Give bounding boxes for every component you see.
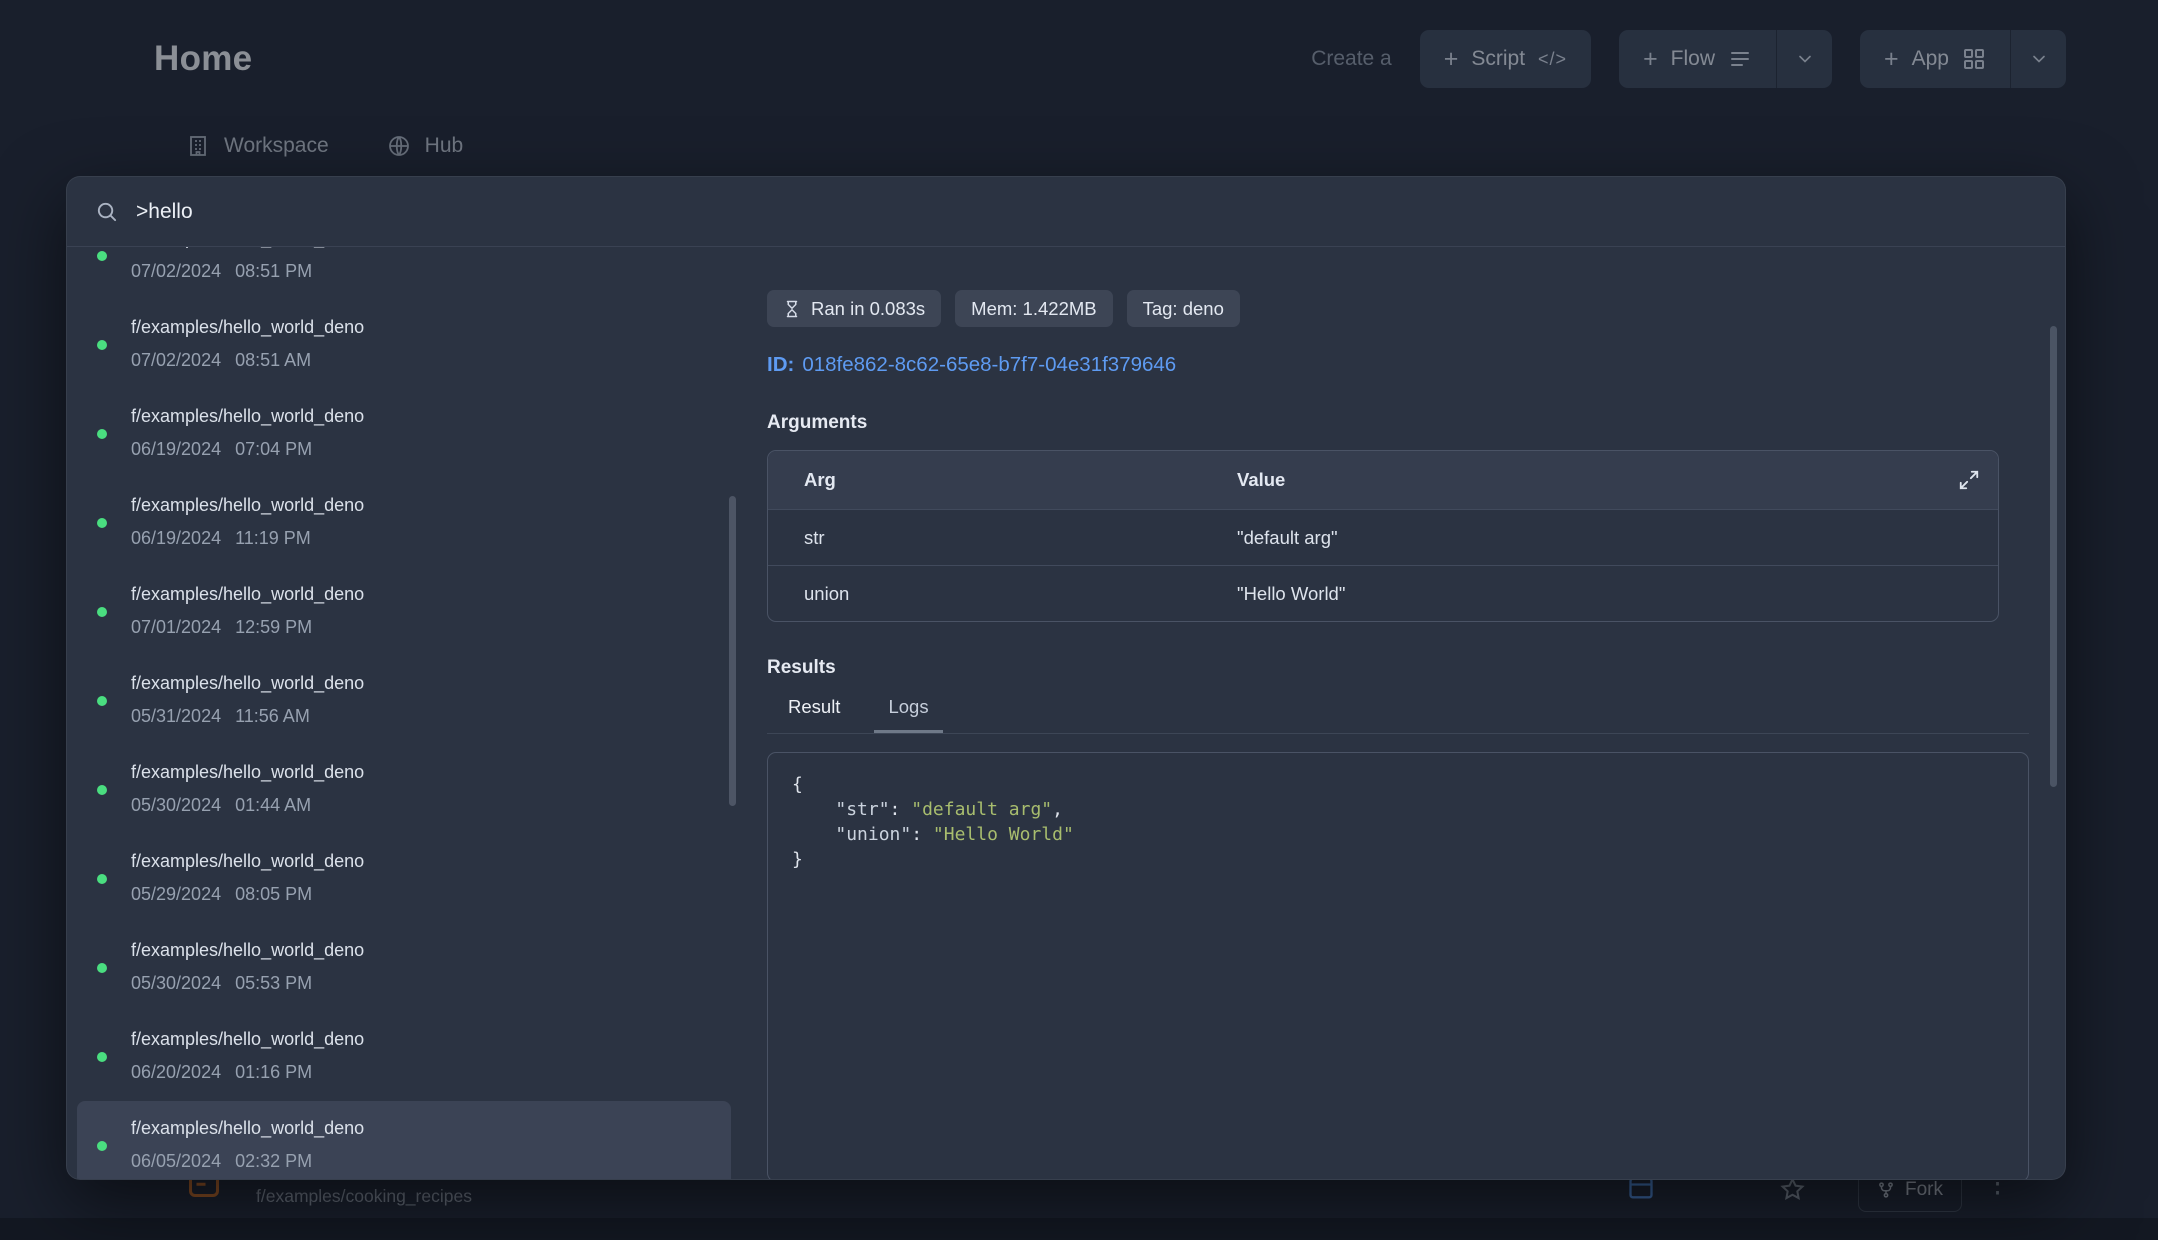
run-script-path: f/examples/hello_world_deno xyxy=(131,938,715,963)
run-badge: Tag: deno xyxy=(1127,290,1240,327)
run-script-path: f/examples/hello_world_deno xyxy=(131,315,715,340)
run-script-path: f/examples/hello_world_deno xyxy=(131,760,715,785)
status-dot xyxy=(97,696,107,706)
status-dot xyxy=(97,785,107,795)
status-dot xyxy=(97,251,107,261)
badges-row: Ran in 0.083s Mem: 1.422MB Tag: deno xyxy=(767,290,2029,327)
run-list-item[interactable]: f/examples/hello_world_deno 05/31/202411:… xyxy=(77,656,731,745)
run-badge: Mem: 1.422MB xyxy=(955,290,1112,327)
run-script-path: f/examples/hello_world_deno xyxy=(131,671,715,696)
run-list-scrollbar[interactable] xyxy=(729,496,736,806)
run-id-row: ID: 018fe862-8c62-65e8-b7f7-04e31f379646 xyxy=(767,353,2029,377)
run-script-path: f/examples/hello_world_deno xyxy=(131,582,715,607)
status-dot xyxy=(97,874,107,884)
run-list-item[interactable]: f/examples/hello_world_deno 07/01/202412:… xyxy=(77,567,731,656)
run-list-item[interactable]: f/examples/hello_world_deno 07/02/202408:… xyxy=(77,247,731,300)
args-table: Arg Value str"default arg"union"Hello Wo… xyxy=(767,450,1999,622)
run-id-value[interactable]: 018fe862-8c62-65e8-b7f7-04e31f379646 xyxy=(802,353,1176,376)
run-timestamp: 05/30/202405:53 PM xyxy=(131,971,715,996)
run-script-path: f/examples/hello_world_deno xyxy=(131,849,715,874)
status-dot xyxy=(97,607,107,617)
search-icon xyxy=(95,200,118,223)
arguments-title: Arguments xyxy=(767,411,2029,435)
run-timestamp: 07/02/202408:51 AM xyxy=(131,348,715,373)
args-col-value: Value xyxy=(1237,469,1958,491)
result-tabs: Result Logs xyxy=(767,694,2029,734)
search-input[interactable] xyxy=(136,200,2037,224)
run-script-path: f/examples/hello_world_deno xyxy=(131,1027,715,1052)
results-title: Results xyxy=(767,656,2029,680)
args-col-arg: Arg xyxy=(768,469,1237,491)
status-dot xyxy=(97,518,107,528)
result-json-view: { "str": "default arg", "union": "Hello … xyxy=(767,752,2029,1180)
modal-scrollbar[interactable] xyxy=(2050,326,2057,787)
run-script-path: f/examples/hello_world_deno xyxy=(131,1116,715,1141)
run-list-panel: f/examples/hello_world_deno 07/02/202408:… xyxy=(67,247,737,1179)
runs-search-modal: f/examples/hello_world_deno 07/02/202408:… xyxy=(66,176,2066,1180)
run-timestamp: 05/30/202401:44 AM xyxy=(131,793,715,818)
code-line: } xyxy=(792,847,2004,872)
status-dot xyxy=(97,1052,107,1062)
run-script-path: f/examples/hello_world_deno xyxy=(131,404,715,429)
run-script-path: f/examples/hello_world_deno xyxy=(131,247,715,251)
tab-result[interactable]: Result xyxy=(774,694,854,733)
args-table-row: str"default arg" xyxy=(768,509,1998,565)
hourglass-icon xyxy=(783,300,801,318)
run-id-label: ID: xyxy=(767,353,794,376)
run-list: f/examples/hello_world_deno 07/02/202408:… xyxy=(67,247,737,1179)
modal-body: f/examples/hello_world_deno 07/02/202408:… xyxy=(67,247,2065,1179)
run-timestamp: 07/02/202408:51 PM xyxy=(131,259,715,284)
run-timestamp: 06/20/202401:16 PM xyxy=(131,1060,715,1085)
run-timestamp: 05/31/202411:56 AM xyxy=(131,704,715,729)
code-line: { xyxy=(792,772,2004,797)
code-line: "union": "Hello World" xyxy=(792,822,2004,847)
search-bar xyxy=(67,177,2065,247)
run-timestamp: 05/29/202408:05 PM xyxy=(131,882,715,907)
run-list-item[interactable]: f/examples/hello_world_deno 05/29/202408:… xyxy=(77,834,731,923)
status-dot xyxy=(97,429,107,439)
args-table-header: Arg Value xyxy=(768,451,1998,509)
status-dot xyxy=(97,340,107,350)
run-list-item[interactable]: f/examples/hello_world_deno 05/30/202405:… xyxy=(77,923,731,1012)
run-list-item[interactable]: f/examples/hello_world_deno 06/05/202402:… xyxy=(77,1101,731,1179)
status-dot xyxy=(97,1141,107,1151)
run-timestamp: 06/19/202411:19 PM xyxy=(131,526,715,551)
run-list-item[interactable]: f/examples/hello_world_deno 06/20/202401:… xyxy=(77,1012,731,1101)
status-dot xyxy=(97,963,107,973)
code-line: "str": "default arg", xyxy=(792,797,2004,822)
run-script-path: f/examples/hello_world_deno xyxy=(131,493,715,518)
run-badge: Ran in 0.083s xyxy=(767,290,941,327)
run-timestamp: 07/01/202412:59 PM xyxy=(131,615,715,640)
run-list-item[interactable]: f/examples/hello_world_deno 06/19/202407:… xyxy=(77,389,731,478)
expand-icon[interactable] xyxy=(1958,469,1980,491)
run-list-item[interactable]: f/examples/hello_world_deno 06/19/202411:… xyxy=(77,478,731,567)
run-list-item[interactable]: f/examples/hello_world_deno 07/02/202408:… xyxy=(77,300,731,389)
run-details-panel: Ran in 0.083s Mem: 1.422MB Tag: deno ID: 01… xyxy=(737,247,2065,1179)
args-table-row: union"Hello World" xyxy=(768,565,1998,621)
run-timestamp: 06/05/202402:32 PM xyxy=(131,1149,715,1174)
run-list-item[interactable]: f/examples/hello_world_deno 05/30/202401:… xyxy=(77,745,731,834)
args-table-body: str"default arg"union"Hello World" xyxy=(768,509,1998,621)
run-timestamp: 06/19/202407:04 PM xyxy=(131,437,715,462)
tab-logs[interactable]: Logs xyxy=(874,694,942,733)
